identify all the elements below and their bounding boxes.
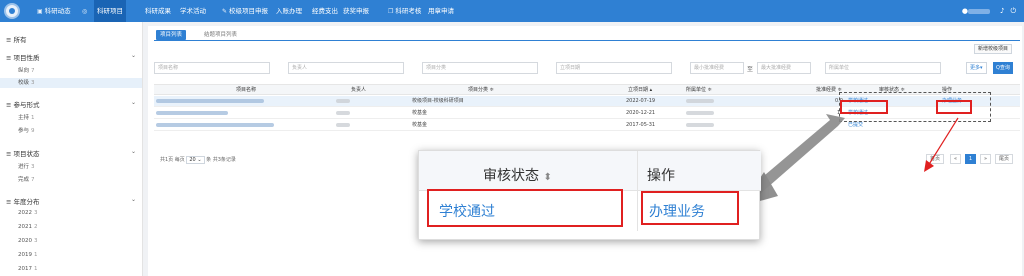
zoom-status-header: 审核状态 ⬍ [483,168,552,184]
zoom-action-header: 操作 [647,168,675,184]
red-arrow-line [927,117,959,167]
zoom-callout: 审核状态 ⬍ 操作 学校通过 办理业务 [418,150,761,240]
zoom-highlight-action [641,191,739,225]
sort-icon: ⬍ [543,172,552,183]
zoom-header [419,151,761,191]
zoom-highlight-status [427,189,623,227]
red-arrow-head [924,160,934,172]
zoom-column-divider [637,151,638,231]
